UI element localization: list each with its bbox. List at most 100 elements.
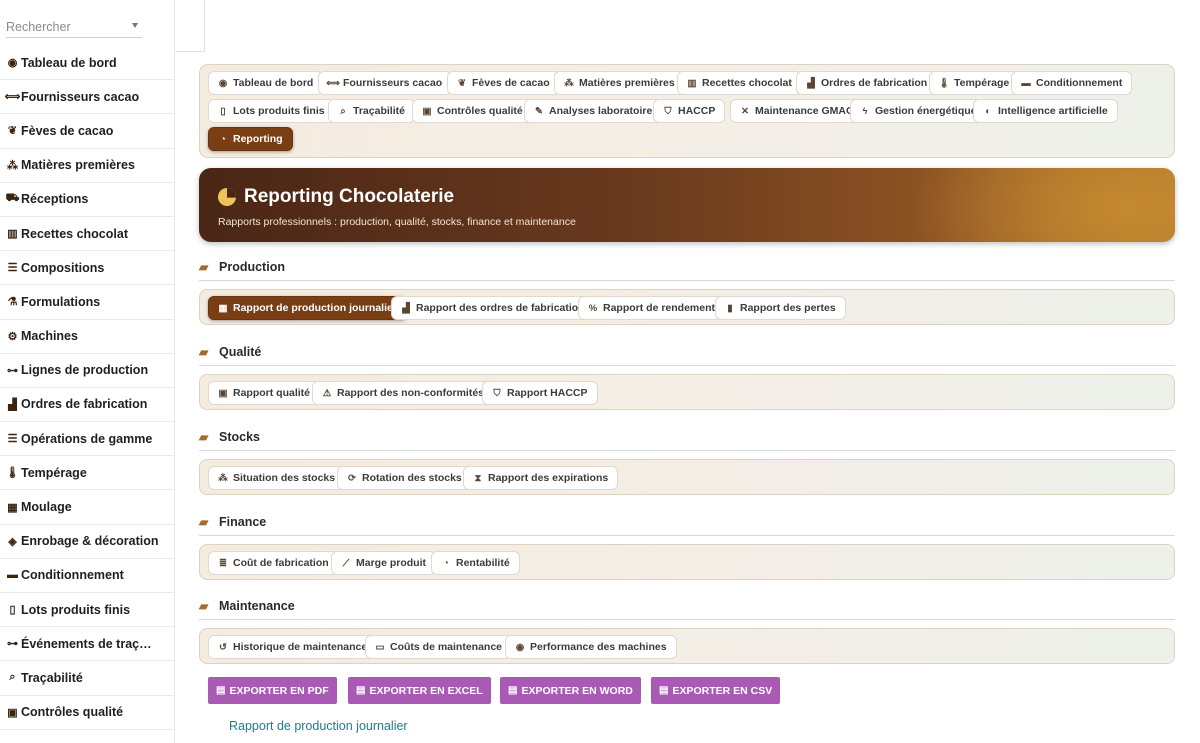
- nav-tab[interactable]: ✎ Analyses laboratoire: [524, 99, 663, 123]
- sidebar-item[interactable]: ▯ Lots produits finis: [0, 593, 174, 628]
- report-button[interactable]: ≣ Coût de fabrication: [208, 551, 339, 575]
- report-button[interactable]: ▭ Coûts de maintenance: [365, 635, 513, 659]
- sidebar-item-label: Événements de traç…: [21, 636, 152, 651]
- sidebar-item[interactable]: ◉ Tableau de bord: [0, 46, 174, 81]
- nav-tab[interactable]: ◐ Intelligence artificielle: [973, 99, 1118, 123]
- sidebar-item-label: Ordres de fabrication: [21, 397, 148, 412]
- report-button[interactable]: ◉ Performance des machines: [505, 635, 677, 659]
- nav-tab[interactable]: ⁂ Matières premières: [554, 71, 685, 95]
- section-divider: [199, 619, 1175, 620]
- report-button-label: Performance des machines: [530, 641, 667, 653]
- report-button[interactable]: ▮ Rapport des pertes: [715, 296, 846, 320]
- sidebar-item[interactable]: ❦ Fèves de cacao: [0, 114, 174, 149]
- export-button[interactable]: ▤ EXPORTER EN CSV: [651, 677, 781, 704]
- sidebar-search-placeholder: Rechercher: [6, 20, 71, 34]
- sidebar-item[interactable]: ▬ Conditionnement: [0, 559, 174, 593]
- current-report-link[interactable]: Rapport de production journalier: [229, 719, 408, 733]
- section-title-label: Finance: [219, 515, 267, 529]
- sidebar-item-label: Lignes de production: [21, 363, 149, 378]
- nav-tab[interactable]: ◔ Reporting: [208, 127, 293, 151]
- history-icon: ↺: [219, 641, 227, 653]
- report-button[interactable]: ⟳ Rotation des stocks: [337, 466, 472, 490]
- section-title: ▰ Maintenance: [199, 596, 295, 616]
- report-button[interactable]: % Rapport de rendement: [578, 296, 726, 320]
- nav-tab-label: Gestion énergétique: [875, 105, 977, 117]
- sidebar-item[interactable]: ⁂ Matières premières: [0, 149, 174, 183]
- report-button[interactable]: ↺ Historique de maintenance: [208, 635, 378, 659]
- industry-icon: ▟: [402, 302, 410, 314]
- report-button[interactable]: ⚠ Rapport des non-conformités: [312, 381, 495, 405]
- export-button[interactable]: ▤ EXPORTER EN EXCEL: [348, 677, 491, 704]
- gauge-icon: ◉: [218, 77, 228, 89]
- sidebar-item[interactable]: ▟ Ordres de fabrication: [0, 388, 174, 423]
- section-report-panel: ▦ Rapport de production journalier ▟ Rappor…: [199, 289, 1175, 325]
- export-button[interactable]: ▤ EXPORTER EN WORD: [500, 677, 641, 704]
- nav-tab[interactable]: ⛉ HACCP: [653, 99, 726, 123]
- warning-icon: ⚠: [322, 387, 332, 399]
- money-bill-icon: ▭: [375, 641, 385, 653]
- nav-tab-label: Traçabilité: [353, 105, 405, 117]
- cubes-icon: ⁂: [564, 77, 574, 89]
- cubes-icon: ⁂: [218, 472, 228, 484]
- calendar-day-icon: ▦: [218, 302, 228, 314]
- nav-tab-label: Matières premières: [579, 77, 675, 89]
- report-button-label: Rapport des pertes: [740, 302, 836, 314]
- page-title: Reporting Chocolaterie: [244, 186, 455, 207]
- nav-tab[interactable]: ⌕ Traçabilité: [328, 99, 415, 123]
- sidebar-item-label: Tableau de bord: [21, 55, 117, 70]
- chart-pie-icon: ◔: [443, 557, 449, 569]
- report-button[interactable]: ◔ Rentabilité: [431, 551, 520, 575]
- report-button[interactable]: ▟ Rapport des ordres de fabrication: [391, 296, 595, 320]
- report-button-label: Rapport de rendement: [603, 302, 716, 314]
- nav-tab[interactable]: ▥ Recettes chocolat: [677, 71, 802, 95]
- nav-tab[interactable]: ϟ Gestion énergétique: [850, 99, 987, 123]
- sidebar-item[interactable]: ⊶ Événements de traç…: [0, 627, 174, 662]
- report-button[interactable]: ⧗ Rapport des expirations: [463, 466, 619, 490]
- sidebar-item[interactable]: ⟺ Fournisseurs cacao: [0, 80, 174, 115]
- sidebar-item[interactable]: ▦ Moulage: [0, 490, 174, 525]
- nav-tab[interactable]: ⟺ Fournisseurs cacao: [318, 71, 453, 95]
- report-button[interactable]: ⟋ Marge produit: [331, 551, 436, 575]
- sidebar-item[interactable]: ☰ Opérations de gamme: [0, 422, 174, 457]
- sidebar-search-select[interactable]: Rechercher: [6, 16, 142, 38]
- report-button[interactable]: ⁂ Situation des stocks: [208, 466, 346, 490]
- sidebar-item[interactable]: 🌡 Tempérage: [0, 456, 174, 491]
- chart-pie-icon: ◔: [220, 133, 226, 145]
- sidebar-item[interactable]: ⛟ Réceptions: [0, 183, 174, 217]
- nav-tab[interactable]: ✕ Maintenance GMAO: [730, 99, 865, 123]
- nav-tab[interactable]: ▯ Lots produits finis: [208, 99, 335, 123]
- industry-icon: ▟: [807, 77, 815, 89]
- section-report-panel: ⁂ Situation des stocks ⟳ Rotation des stock…: [199, 459, 1175, 495]
- sitemap-icon: ⊶: [7, 364, 18, 377]
- nav-tab-label: Reporting: [233, 133, 283, 145]
- export-button-label: EXPORTER EN EXCEL: [369, 684, 483, 697]
- sidebar-item[interactable]: ⊶ Lignes de production: [0, 354, 174, 388]
- project-diagram-icon: ⊶: [7, 638, 18, 651]
- export-button[interactable]: ▤ EXPORTER EN PDF: [208, 677, 337, 704]
- sidebar-item[interactable]: ⚗ Formulations: [0, 285, 174, 320]
- sidebar-item[interactable]: ▥ Recettes chocolat: [0, 217, 174, 252]
- report-button[interactable]: ▣ Rapport qualité: [208, 381, 321, 405]
- nav-tab[interactable]: ◉ Tableau de bord: [208, 71, 324, 95]
- section-report-panel: ≣ Coût de fabrication ⟋ Marge produit ◔ Renta…: [199, 544, 1175, 580]
- nav-tab[interactable]: ❦ Fèves de cacao: [447, 71, 560, 95]
- flask-icon: ⚗: [7, 296, 18, 309]
- search-icon: ⌕: [9, 671, 16, 684]
- report-button-label: Situation des stocks: [233, 472, 336, 484]
- sidebar-item[interactable]: ⚙ Machines: [0, 320, 174, 354]
- sidebar-item[interactable]: ◈ Enrobage & décoration: [0, 525, 174, 559]
- sidebar-item[interactable]: ⌕ Traçabilité: [0, 661, 174, 696]
- report-button[interactable]: ▦ Rapport de production journalier: [208, 296, 407, 320]
- nav-tab[interactable]: ▟ Ordres de fabrication: [796, 71, 938, 95]
- nav-tab[interactable]: 🌡 Tempérage: [929, 71, 1020, 95]
- report-button[interactable]: ⛉ Rapport HACCP: [482, 381, 598, 405]
- sidebar-item[interactable]: ☰ Compositions: [0, 251, 174, 286]
- sidebar-item-label: Contrôles qualité: [21, 705, 124, 720]
- sidebar-item[interactable]: ▣ Contrôles qualité: [0, 696, 174, 730]
- folder-open-icon: ▰: [199, 515, 209, 529]
- box-icon: ▬: [1021, 77, 1031, 89]
- nav-tab[interactable]: ▣ Contrôles qualité: [412, 99, 533, 123]
- nav-tab[interactable]: ▬ Conditionnement: [1011, 71, 1133, 95]
- seedling-icon: ❦: [458, 77, 466, 89]
- sidebar: Rechercher ◉ Tableau de bord ⟺ Fournisseurs…: [0, 0, 175, 743]
